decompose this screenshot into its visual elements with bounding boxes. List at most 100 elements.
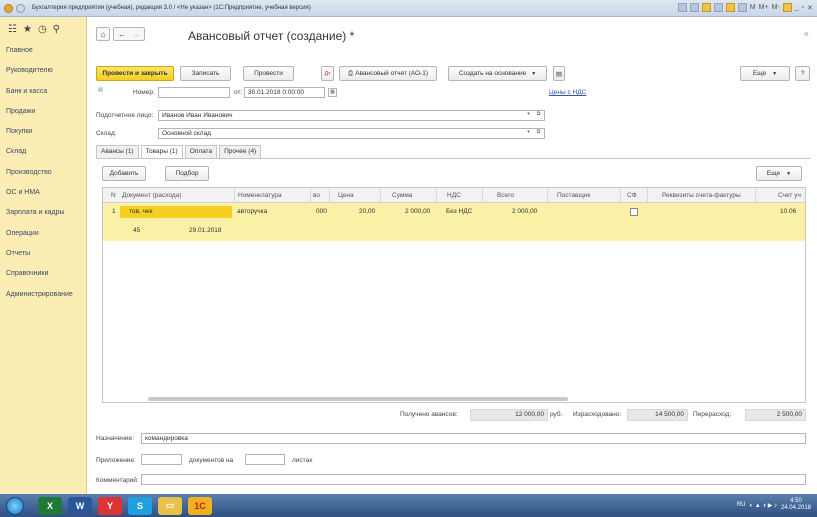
attachment-docs-field[interactable]: [141, 454, 182, 465]
add-row-button[interactable]: Добавить: [102, 166, 146, 181]
pick-button[interactable]: Подбор: [165, 166, 209, 181]
calculator-icon[interactable]: [725, 3, 735, 12]
col-total: Всего: [497, 192, 515, 199]
post-and-close-button[interactable]: Провести и закрыть: [96, 66, 174, 81]
sidebar-item-purchases[interactable]: Покупки: [0, 122, 86, 142]
app-logo-icon: [4, 3, 13, 13]
save-button[interactable]: Записать: [180, 66, 231, 81]
prices-vat-link[interactable]: Цены с НДС: [549, 89, 586, 96]
skype-icon[interactable]: S: [128, 496, 152, 515]
tab-other[interactable]: Прочее (4): [219, 145, 262, 158]
apps-grid-icon[interactable]: ☷: [8, 24, 17, 35]
date-field[interactable]: 30.01.2018 0:00:00: [244, 87, 325, 98]
row-price[interactable]: 20,00: [359, 208, 375, 215]
table-row[interactable]: 1 тов. чек 45 29.01.2018 авторучка 000 2…: [103, 203, 805, 241]
maximize-icon[interactable]: ▫: [802, 4, 804, 11]
memory-mplus-button[interactable]: M+: [759, 4, 769, 11]
post-button[interactable]: Провести: [243, 66, 294, 81]
comment-label: Комментарий:: [96, 477, 139, 484]
purpose-field[interactable]: командировка: [141, 433, 806, 444]
sidebar-item-main[interactable]: Главное: [0, 41, 86, 61]
clock[interactable]: 4:50 24.04.2018: [781, 498, 811, 512]
sidebar-item-assets[interactable]: ОС и НМА: [0, 183, 86, 203]
attach-icon[interactable]: ▤: [96, 87, 105, 96]
calendar-icon[interactable]: [677, 3, 687, 12]
star-icon[interactable]: [713, 3, 723, 12]
tab-goods[interactable]: Товары (1): [140, 145, 183, 159]
row-qty[interactable]: 000: [316, 208, 327, 215]
home-icon[interactable]: ⌂: [96, 27, 110, 41]
sidebar-item-salary[interactable]: Зарплата и кадры: [0, 203, 86, 223]
back-arrow-icon[interactable]: ←: [118, 30, 126, 39]
forward-arrow-icon[interactable]: →: [132, 30, 140, 39]
history-icon[interactable]: [701, 3, 711, 12]
attachment-sheets-field[interactable]: [245, 454, 285, 465]
start-button-icon[interactable]: [6, 496, 24, 515]
row-doc-type[interactable]: тов. чек: [129, 208, 152, 215]
warehouse-dropdown-icon[interactable]: ▾: [524, 129, 533, 138]
sidebar-item-sales[interactable]: Продажи: [0, 102, 86, 122]
print-form-button[interactable]: ⎙ Авансовый отчет (АО-1): [339, 66, 437, 81]
sidebar-toolbar: ☷ ★ ◷ ⚲: [0, 17, 86, 41]
goods-table[interactable]: N Документ (расхода) Номенклатура во Цен…: [102, 187, 806, 403]
row-vat[interactable]: Без НДС: [446, 208, 472, 215]
row-doc-date[interactable]: 29.01.2018: [189, 227, 222, 234]
person-open-icon[interactable]: ⧉: [534, 111, 543, 120]
help-button[interactable]: ?: [795, 66, 810, 81]
print-form-label: Авансовый отчет (АО-1): [355, 70, 428, 77]
more-button[interactable]: Еще ▼: [740, 66, 790, 81]
person-field[interactable]: Иванов Иван Иванович: [158, 110, 545, 121]
comment-field[interactable]: [141, 474, 806, 485]
window-close-icon[interactable]: ✕: [807, 4, 813, 12]
row-account[interactable]: 10.06: [780, 208, 796, 215]
tab-payment[interactable]: Оплата: [184, 145, 218, 158]
purpose-label: Назначение:: [96, 435, 134, 442]
warehouse-field[interactable]: Основной склад: [158, 128, 545, 139]
back-circle-icon[interactable]: [16, 3, 25, 13]
table-more-button[interactable]: Еще ▼: [756, 166, 802, 181]
row-item[interactable]: авторучка: [237, 208, 267, 215]
sidebar-item-production[interactable]: Производство: [0, 163, 86, 183]
horizontal-scrollbar[interactable]: [148, 397, 568, 401]
close-form-icon[interactable]: ×: [804, 29, 809, 39]
row-doc-number[interactable]: 45: [133, 227, 140, 234]
person-dropdown-icon[interactable]: ▾: [524, 111, 533, 120]
sidebar-item-manager[interactable]: Руководителю: [0, 61, 86, 81]
calendar-picker-icon[interactable]: ▦: [328, 88, 337, 97]
tab-advances[interactable]: Авансы (1): [96, 145, 139, 158]
number-field[interactable]: [158, 87, 230, 98]
memory-mminus-button[interactable]: M-: [772, 4, 780, 11]
report-icon[interactable]: ▤: [553, 66, 565, 81]
sidebar-item-references[interactable]: Справочники: [0, 264, 86, 284]
col-divider: [620, 188, 621, 203]
sidebar-item-warehouse[interactable]: Склад: [0, 142, 86, 162]
1c-app-icon[interactable]: 1С: [188, 496, 212, 515]
row-sum[interactable]: 2 000,00: [405, 208, 430, 215]
sidebar-item-operations[interactable]: Операции: [0, 224, 86, 244]
history-clock-icon[interactable]: ◷: [38, 24, 47, 35]
sidebar-item-admin[interactable]: Администрирование: [0, 285, 86, 305]
link-icon[interactable]: [689, 3, 699, 12]
tray-icons[interactable]: ◐ ▲ ◑ ▶ ♪: [750, 502, 777, 509]
explorer-folder-icon[interactable]: ▭: [158, 496, 182, 515]
tab-divider: [96, 158, 811, 159]
favorites-star-icon[interactable]: ★: [23, 24, 32, 35]
row-invoice-checkbox[interactable]: [630, 208, 638, 216]
info-icon[interactable]: [782, 3, 792, 12]
minimize-icon[interactable]: _: [795, 4, 799, 11]
grid-icon[interactable]: [737, 3, 747, 12]
dt-kt-icon[interactable]: Дт: [321, 66, 334, 81]
sidebar-item-bank-cash[interactable]: Банк и касса: [0, 82, 86, 102]
row-total[interactable]: 2 000,00: [512, 208, 537, 215]
lang-indicator[interactable]: RU: [737, 502, 746, 508]
memory-m-button[interactable]: M: [750, 4, 756, 11]
create-based-button[interactable]: Создать на основание ▼: [448, 66, 547, 81]
search-icon[interactable]: ⚲: [53, 24, 60, 35]
sidebar: ☷ ★ ◷ ⚲ Главное Руководителю Банк и касс…: [0, 17, 87, 494]
warehouse-open-icon[interactable]: ⧉: [534, 129, 543, 138]
overspent-label: Перерасход:: [693, 411, 732, 418]
word-icon[interactable]: W: [68, 496, 92, 515]
yandex-browser-icon[interactable]: Y: [98, 496, 122, 515]
sidebar-item-reports[interactable]: Отчеты: [0, 244, 86, 264]
excel-icon[interactable]: X: [38, 496, 62, 515]
